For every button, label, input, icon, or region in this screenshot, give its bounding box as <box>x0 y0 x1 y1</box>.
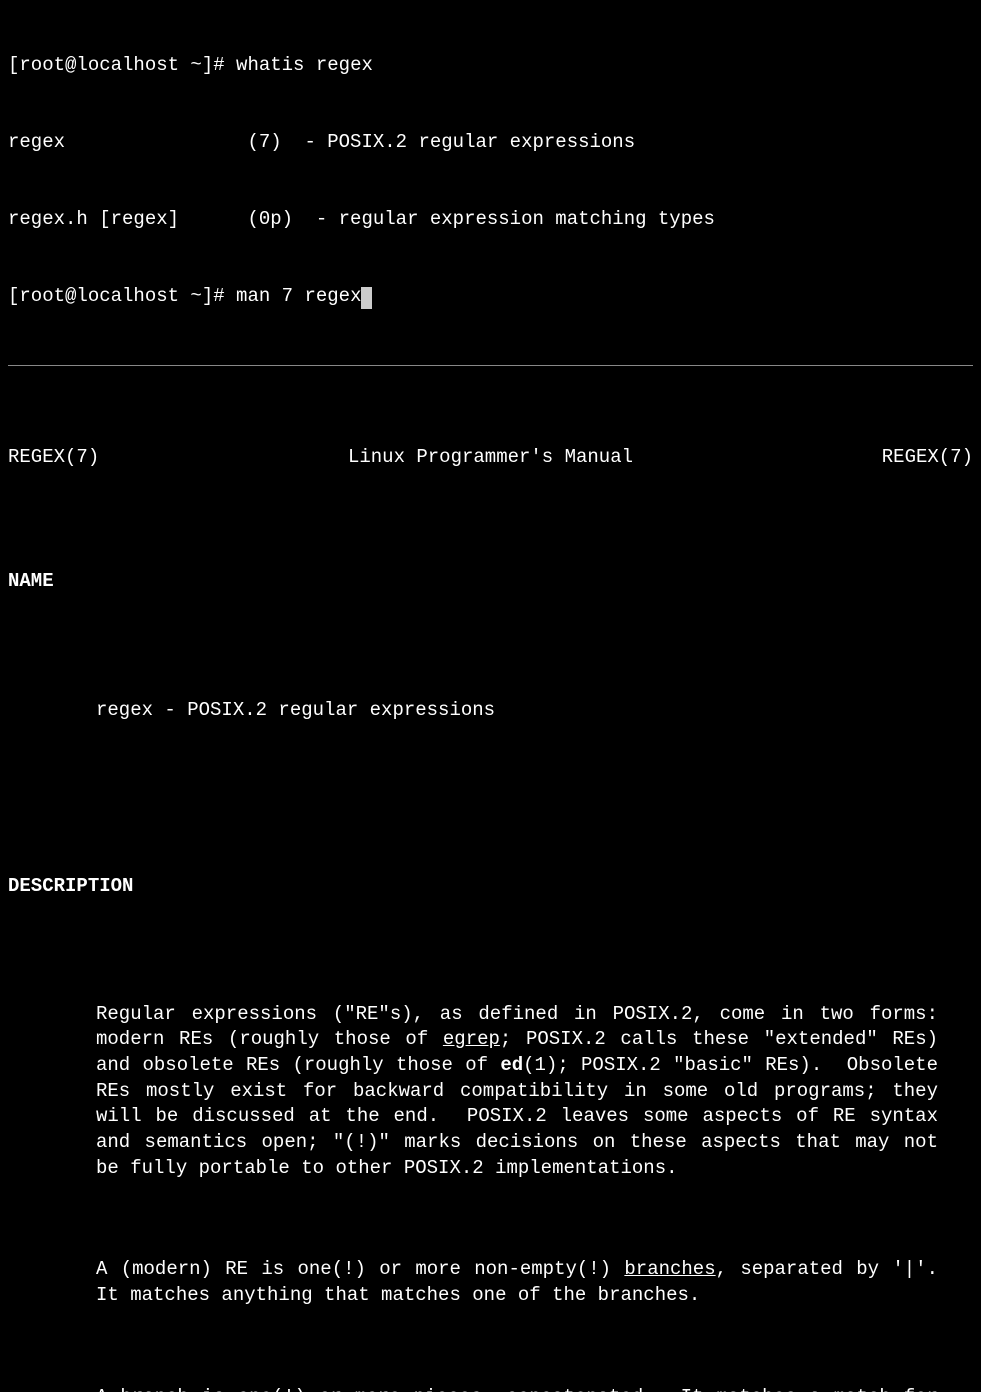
desc-para-1: Regular expressions ("RE"s), as defined … <box>96 1002 938 1181</box>
description-body: Regular expressions ("RE"s), as defined … <box>8 950 973 1392</box>
man-header-right: REGEX(7) <box>882 445 973 471</box>
name-body: regex - POSIX.2 regular expressions <box>8 646 973 774</box>
man-header-center: Linux Programmer's Manual <box>348 445 633 471</box>
name-text: regex - POSIX.2 regular expressions <box>96 698 938 724</box>
command: man 7 regex <box>236 285 361 307</box>
prompt-line-1: [root@localhost ~]# whatis regex <box>8 53 973 79</box>
separator-line <box>8 365 973 366</box>
desc-para-3: A branch is one(!) or more pieces, conca… <box>96 1385 938 1392</box>
man-header-left: REGEX(7) <box>8 445 99 471</box>
man-header: REGEX(7) Linux Programmer's Manual REGEX… <box>8 443 973 471</box>
section-description: DESCRIPTION <box>8 874 973 900</box>
whatis-result-2: regex.h [regex] (0p) - regular expressio… <box>8 207 973 233</box>
pieces-term: pieces <box>414 1386 482 1392</box>
egrep-ref: egrep <box>443 1028 500 1050</box>
branches-term: branches <box>624 1258 715 1280</box>
cursor <box>361 287 372 309</box>
desc-para-2: A (modern) RE is one(!) or more non-empt… <box>96 1257 938 1308</box>
prompt: [root@localhost ~]# <box>8 285 236 307</box>
terminal-output[interactable]: [root@localhost ~]# whatis regex regex (… <box>8 2 973 1392</box>
command: whatis regex <box>236 54 373 76</box>
ed-ref: ed <box>500 1054 523 1076</box>
whatis-result-1: regex (7) - POSIX.2 regular expressions <box>8 130 973 156</box>
prompt: [root@localhost ~]# <box>8 54 236 76</box>
prompt-line-2: [root@localhost ~]# man 7 regex <box>8 284 973 310</box>
section-name: NAME <box>8 569 973 595</box>
